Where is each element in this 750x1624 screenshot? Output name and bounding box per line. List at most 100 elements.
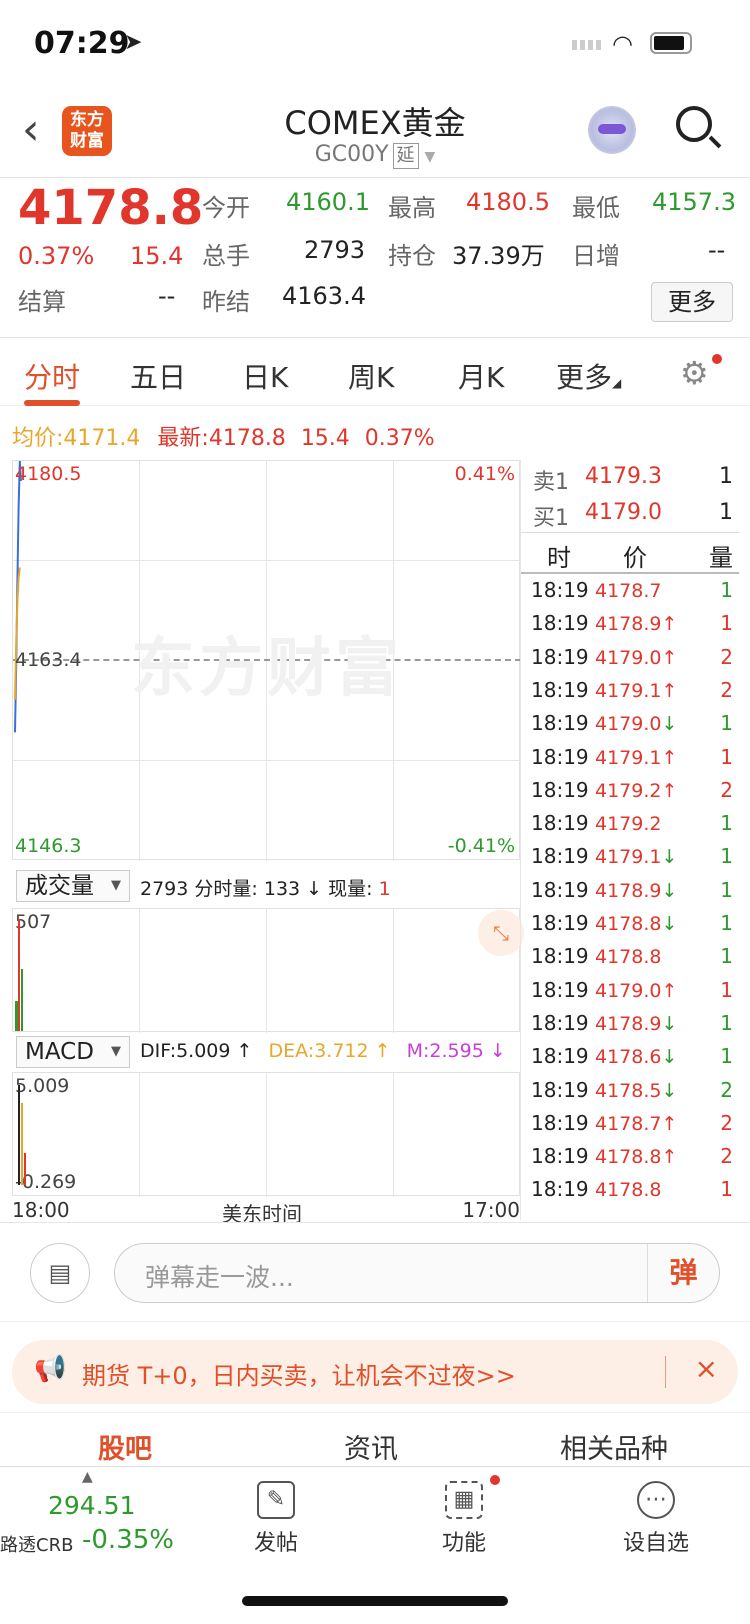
tab-weekly-k[interactable]: 周K <box>348 356 394 396</box>
more-button[interactable]: 更多 <box>651 282 733 322</box>
cellular-signal-icon <box>572 40 602 50</box>
add-watchlist-button[interactable]: ⋯ 设自选 <box>614 1481 698 1557</box>
tab-daily-k[interactable]: 日K <box>242 356 288 396</box>
search-icon[interactable] <box>676 106 722 149</box>
down-arrow-icon: ↓ <box>661 846 678 869</box>
tab-news[interactable]: 资讯 <box>344 1427 398 1466</box>
trade-time: 18:19 <box>531 844 589 869</box>
latest-value: 4178.8 <box>208 426 286 451</box>
down-arrow-icon: ↓ <box>661 913 678 935</box>
sell-1-row: 卖1 4179.3 1 <box>533 464 733 496</box>
edit-icon: ✎ <box>257 1481 295 1519</box>
volume-bar <box>18 919 20 1031</box>
avg-value: 4171.4 <box>63 426 141 451</box>
tab-five-day[interactable]: 五日 <box>130 356 186 396</box>
down-arrow-icon: ↓ <box>661 879 678 902</box>
tab-more[interactable]: 更多◢ <box>556 356 621 396</box>
promo-banner[interactable]: 📢 期货 T+0，日内买卖，让机会不过夜>> × <box>12 1340 738 1404</box>
macd-panel: 5.009 -0.269 <box>12 1072 520 1197</box>
trade-row: 18:19 4179.1↑ 1 <box>531 745 733 779</box>
trade-qty: 1 <box>720 1177 733 1202</box>
trade-price: 4178.8↓ <box>595 913 678 935</box>
tab-intraday[interactable]: 分时 <box>24 356 81 406</box>
danmu-send-button[interactable]: 弹 <box>647 1244 719 1302</box>
caret-up-icon: ▲ <box>82 1469 93 1485</box>
battery-icon <box>650 32 692 54</box>
down-arrow-icon: ↓ <box>661 1079 678 1102</box>
index-value[interactable]: 294.51 <box>48 1491 135 1520</box>
macd-selector[interactable]: MACD ▼ <box>16 1036 130 1068</box>
oi-value: 37.39万 <box>452 242 545 270</box>
gear-icon[interactable]: ⚙ <box>680 354 709 392</box>
tab-related[interactable]: 相关品种 <box>560 1427 668 1466</box>
trade-time: 18:19 <box>531 1010 589 1035</box>
change-value: 15.4 <box>130 242 184 270</box>
dropdown-arrow-icon: ▼ <box>111 1044 121 1059</box>
trade-price: 4178.7↑ <box>595 1112 678 1135</box>
symbol-code[interactable]: GC00Y 延 ▼ <box>0 142 750 169</box>
watchlist-label: 设自选 <box>622 1531 689 1556</box>
trade-price: 4178.8 <box>595 1179 662 1202</box>
danmu-input[interactable]: 弹幕走一波... 弹 <box>114 1243 720 1303</box>
trade-time: 18:19 <box>531 611 589 636</box>
trade-row: 18:19 4179.2 1 <box>531 811 733 845</box>
home-indicator <box>242 1596 508 1606</box>
vol-min-value: 133 <box>263 878 301 900</box>
vol-max-label: 507 <box>15 911 52 933</box>
volume-selector[interactable]: 成交量 ▼ <box>16 870 130 902</box>
trade-time: 18:19 <box>531 1144 589 1169</box>
tab-forum[interactable]: 股吧 <box>98 1427 152 1466</box>
close-icon[interactable]: × <box>695 1352 718 1385</box>
trade-row: 18:19 4179.2↑ 2 <box>531 778 733 812</box>
vol-min-label: 分时量: <box>194 878 258 900</box>
page-title: COMEX黄金 <box>284 104 466 142</box>
volume-label: 总手 <box>202 242 250 270</box>
trade-qty: 2 <box>720 1110 733 1135</box>
low-label: 最低 <box>572 194 620 222</box>
up-arrow-icon: ↑ <box>374 1040 391 1062</box>
macd-selector-label: MACD <box>25 1039 94 1065</box>
trade-qty: 2 <box>720 1144 733 1169</box>
post-button[interactable]: ✎ 发帖 <box>236 1481 316 1557</box>
post-label: 发帖 <box>253 1531 298 1556</box>
trade-price: 4178.8↑ <box>595 1146 678 1169</box>
bottom-bar: ▲ 294.51 路透CRB -0.35% ✎ 发帖 ▦ 功能 ⋯ 设自选 <box>0 1466 750 1624</box>
danmu-settings-icon[interactable]: ▤ <box>30 1243 90 1303</box>
up-arrow-icon: ↑ <box>661 1112 678 1135</box>
trade-price: 4179.0↓ <box>595 713 678 736</box>
y-top-label: 4180.5 <box>15 463 82 485</box>
trade-qty: 1 <box>720 711 733 736</box>
more-dots-icon: ⋯ <box>637 1481 675 1519</box>
intraday-chart[interactable]: 东方财富 4180.5 4163.4 4146.3 0.41% -0.41% 成… <box>12 460 524 1226</box>
trade-price: 4179.0↑ <box>595 646 678 669</box>
trade-qty: 1 <box>720 911 733 935</box>
intraday-info: 均价:4171.4 最新:4178.8 15.4 0.37% <box>12 420 435 452</box>
col-qty: 量 <box>709 544 733 572</box>
high-label: 最高 <box>388 194 436 222</box>
trade-row: 18:19 4178.8↑ 2 <box>531 1144 733 1178</box>
latest-pct: 0.37% <box>364 426 435 451</box>
open-label: 今开 <box>202 194 250 222</box>
daily-inc-value: -- <box>708 236 726 264</box>
promo-text: 期货 T+0，日内买卖，让机会不过夜>> <box>82 1362 516 1390</box>
function-button[interactable]: ▦ 功能 <box>424 1481 504 1557</box>
wifi-icon: ◠ <box>612 30 633 58</box>
prev-settle-value: 4163.4 <box>282 282 366 310</box>
settle-value: -- <box>158 282 176 310</box>
robot-avatar-icon[interactable] <box>588 106 636 154</box>
trade-time: 18:19 <box>531 944 589 969</box>
index-change: -0.35% <box>82 1525 174 1555</box>
trade-time: 18:19 <box>531 711 589 736</box>
trade-time: 18:19 <box>531 1077 589 1102</box>
trade-row: 18:19 4178.6↓ 1 <box>531 1044 733 1078</box>
tab-monthly-k[interactable]: 月K <box>458 356 504 396</box>
price-panel: 东方财富 4180.5 4163.4 4146.3 0.41% -0.41% <box>12 460 521 861</box>
expand-icon[interactable]: ⤡ <box>478 910 524 956</box>
high-value: 4180.5 <box>466 188 550 216</box>
location-arrow-icon: ➤ <box>124 30 143 55</box>
notification-dot <box>490 1475 500 1485</box>
buy-qty: 1 <box>719 500 733 525</box>
header: ‹ 东方 财富 COMEX黄金 GC00Y 延 ▼ <box>0 90 750 178</box>
macd-info: DIF:5.009 ↑ DEA:3.712 ↑ M:2.595 ↓ <box>140 1040 506 1062</box>
oi-label: 持仓 <box>388 242 436 270</box>
